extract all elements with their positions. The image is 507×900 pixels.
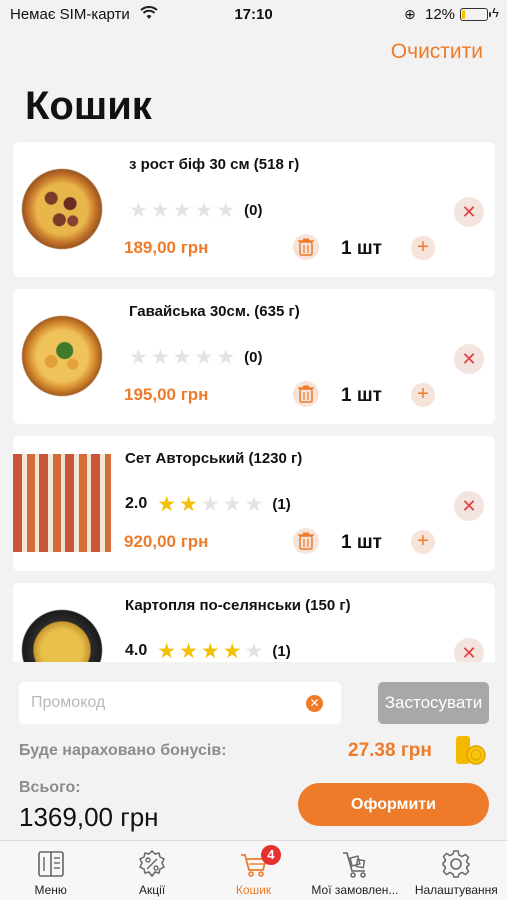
star-icon: ★ (150, 198, 170, 222)
star-icon: ★ (222, 492, 242, 516)
tab-promotions[interactable]: Акції (101, 841, 202, 900)
rating-value: 4.0 (125, 642, 148, 659)
star-icon: ★ (216, 345, 236, 369)
star-rating: ★ ★ ★ ★ ★ (129, 347, 235, 368)
tab-cart[interactable]: 4 Кошик (203, 841, 304, 900)
rating-count: (1) (272, 642, 291, 660)
star-icon: ★ (200, 492, 220, 516)
star-icon: ★ (150, 345, 170, 369)
star-icon: ★ (194, 198, 214, 222)
cart-list[interactable]: з рост біф 30 см (518 г) ★ ★ ★ ★ ★ (0) 189,0… (0, 142, 507, 662)
rating-count: (1) (272, 495, 291, 513)
apply-promo-button[interactable]: Застосувати (378, 682, 489, 724)
discount-icon (139, 849, 166, 878)
tab-label: Акції (139, 883, 166, 897)
product-price: 195,00 грн (124, 385, 209, 404)
product-name: Сет Авторський (1230 г) (125, 450, 303, 467)
increase-quantity-button[interactable]: + (411, 383, 435, 407)
tab-menu[interactable]: Меню (0, 841, 101, 900)
status-bar: Немає SIM-карти 17:10 ⊕ 12% ϟ (0, 0, 507, 30)
increase-quantity-button[interactable]: + (411, 530, 435, 554)
rating: 4.0 ★ ★ ★ ★ ★ (1) (125, 640, 291, 662)
star-rating: ★ ★ ★ ★ ★ (157, 494, 263, 515)
star-icon: ★ (157, 639, 177, 662)
cart-item: Гавайська 30см. (635 г) ★ ★ ★ ★ ★ (0) 195,00… (13, 289, 495, 424)
bonus-label: Буде нараховано бонусів: (19, 742, 227, 759)
tab-bar: Меню Акції 4 Кошик Мої замовлен... Налаш… (0, 840, 507, 900)
remove-item-button[interactable]: ✕ (454, 344, 484, 374)
star-rating: ★ ★ ★ ★ ★ (129, 200, 235, 221)
remove-item-button[interactable]: ✕ (454, 638, 484, 662)
order-summary: ✕ Застосувати Буде нараховано бонусів: 2… (0, 662, 507, 840)
clear-cart-button[interactable]: Очистити (391, 40, 483, 64)
tab-label: Налаштування (414, 883, 498, 897)
trash-icon[interactable] (293, 528, 319, 554)
star-icon: ★ (244, 639, 264, 662)
battery-icon (460, 8, 491, 21)
product-image (17, 605, 107, 662)
clear-promo-icon[interactable]: ✕ (306, 695, 323, 712)
charging-icon: ϟ (492, 5, 499, 20)
product-image (13, 454, 111, 552)
total-label: Всього: (19, 779, 81, 796)
product-image (17, 164, 107, 254)
star-icon: ★ (172, 345, 192, 369)
star-icon: ★ (129, 345, 148, 369)
cart-item: Картопля по-селянськи (150 г) 4.0 ★ ★ ★ ★ ★ … (13, 583, 495, 662)
promo-code-input[interactable] (31, 692, 291, 714)
gear-icon (442, 850, 471, 878)
quantity-value: 1 шт (341, 385, 382, 406)
menu-book-icon (37, 851, 64, 877)
star-icon: ★ (179, 492, 198, 516)
tab-label: Мої замовлен... (311, 883, 399, 897)
star-icon: ★ (216, 198, 236, 222)
star-icon: ★ (244, 492, 264, 516)
orientation-lock-icon: ⊕ (404, 6, 416, 22)
rating-value: 2.0 (125, 495, 148, 512)
star-icon: ★ (194, 345, 214, 369)
trash-icon[interactable] (293, 234, 319, 260)
star-icon: ★ (222, 639, 242, 662)
cart-item: з рост біф 30 см (518 г) ★ ★ ★ ★ ★ (0) 189,0… (13, 142, 495, 277)
product-name: Гавайська 30см. (635 г) (129, 303, 300, 320)
trash-icon[interactable] (293, 381, 319, 407)
rating: 2.0 ★ ★ ★ ★ ★ (1) (125, 493, 291, 515)
star-icon: ★ (200, 639, 220, 662)
product-name: з рост біф 30 см (518 г) (129, 156, 300, 173)
rating: ★ ★ ★ ★ ★ (0) (129, 199, 262, 221)
total-value: 1369,00 грн (19, 802, 159, 832)
orders-cart-icon (342, 852, 366, 878)
star-icon: ★ (157, 492, 177, 516)
battery-percent: 12% (425, 6, 456, 23)
star-icon: ★ (129, 198, 148, 222)
cart-count-badge: 4 (260, 845, 281, 865)
bonus-value: 27.38 грн (348, 740, 432, 761)
cart-item: Сет Авторський (1230 г) 2.0 ★ ★ ★ ★ ★ (1) 92… (13, 436, 495, 571)
rating-count: (0) (244, 348, 263, 366)
tab-settings[interactable]: Налаштування (406, 841, 507, 900)
tab-label: Меню (34, 883, 67, 897)
remove-item-button[interactable]: ✕ (454, 197, 484, 227)
increase-quantity-button[interactable]: + (411, 236, 435, 260)
rating-count: (0) (244, 201, 263, 219)
tab-my-orders[interactable]: Мої замовлен... (304, 841, 405, 900)
product-image (17, 311, 107, 401)
page-title: Кошик (25, 84, 152, 128)
star-icon: ★ (179, 639, 198, 662)
star-rating: ★ ★ ★ ★ ★ (157, 641, 263, 662)
remove-item-button[interactable]: ✕ (454, 491, 484, 521)
checkout-button[interactable]: Оформити (298, 783, 489, 826)
product-name: Картопля по-селянськи (150 г) (125, 597, 351, 614)
tab-label: Кошик (235, 883, 272, 897)
promo-code-field[interactable]: ✕ (19, 682, 341, 724)
product-price: 189,00 грн (124, 238, 209, 257)
quantity-value: 1 шт (341, 532, 382, 553)
quantity-value: 1 шт (341, 238, 382, 259)
star-icon: ★ (172, 198, 192, 222)
product-price: 920,00 грн (124, 532, 209, 551)
rating: ★ ★ ★ ★ ★ (0) (129, 346, 262, 368)
coins-icon (456, 734, 486, 766)
